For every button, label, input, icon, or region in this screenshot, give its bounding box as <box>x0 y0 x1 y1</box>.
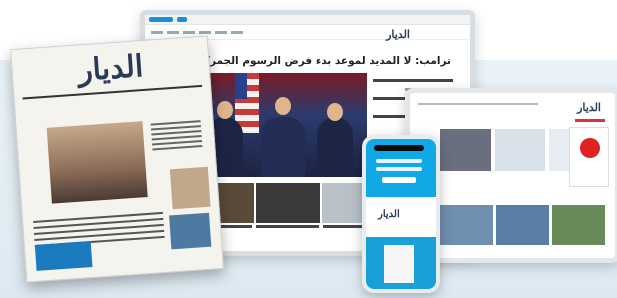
nav-item[interactable] <box>167 30 179 34</box>
story-thumbnail[interactable] <box>552 205 605 245</box>
lead-headline[interactable]: ترامب: لا المديد لموعد بدء فرض الرسوم ال… <box>189 55 451 67</box>
nav-item[interactable] <box>199 30 211 34</box>
text-line <box>33 211 163 223</box>
person-head <box>327 103 343 121</box>
thumbnail[interactable] <box>255 183 320 223</box>
person-head <box>275 97 291 115</box>
username-field[interactable] <box>376 159 422 163</box>
phone-edition-panel <box>366 237 436 289</box>
story-thumbnail[interactable] <box>440 129 491 171</box>
nav-item[interactable] <box>151 30 163 34</box>
flag-canton <box>235 73 247 99</box>
tablet-photo-row <box>440 205 605 245</box>
cartoon-panel[interactable] <box>569 127 609 187</box>
site-logo[interactable]: الديار <box>386 28 410 41</box>
newspaper-photo <box>169 212 212 250</box>
person-head <box>217 101 233 119</box>
person-figure <box>317 117 353 177</box>
nav-item[interactable] <box>231 30 243 34</box>
story-thumbnail[interactable] <box>494 129 546 171</box>
password-field[interactable] <box>376 167 422 171</box>
person-figure <box>261 117 305 177</box>
phone-status-bar <box>374 145 424 151</box>
phone-login-panel <box>366 139 436 197</box>
phone-screen: الديار <box>362 135 440 293</box>
printed-newspaper: الديار <box>10 35 224 283</box>
newspaper-ad <box>34 241 93 271</box>
topbar-line <box>418 103 538 105</box>
caption-line <box>256 225 319 228</box>
tablet-topbar <box>418 103 538 109</box>
tablet-logo[interactable]: الديار <box>577 101 601 114</box>
nav-item[interactable] <box>215 30 227 34</box>
headline-line <box>373 79 453 82</box>
login-button[interactable] <box>382 177 416 183</box>
cartoon-figure <box>580 138 600 158</box>
newspaper-photo <box>169 166 211 210</box>
phone-logo[interactable]: الديار <box>378 209 400 220</box>
story-thumbnail[interactable] <box>440 205 493 245</box>
phone-brand-panel: الديار <box>366 197 436 237</box>
topbar-accent-small <box>177 17 187 22</box>
topbar-accent <box>149 17 173 22</box>
text-line <box>152 145 203 151</box>
section-marker <box>575 119 605 122</box>
newspaper-lead-photo <box>46 121 148 204</box>
edition-thumbnail[interactable] <box>384 245 414 283</box>
story-thumbnail[interactable] <box>496 205 549 245</box>
nav-item[interactable] <box>183 30 195 34</box>
browser-topbar <box>145 15 470 25</box>
newspaper-column <box>150 117 203 153</box>
